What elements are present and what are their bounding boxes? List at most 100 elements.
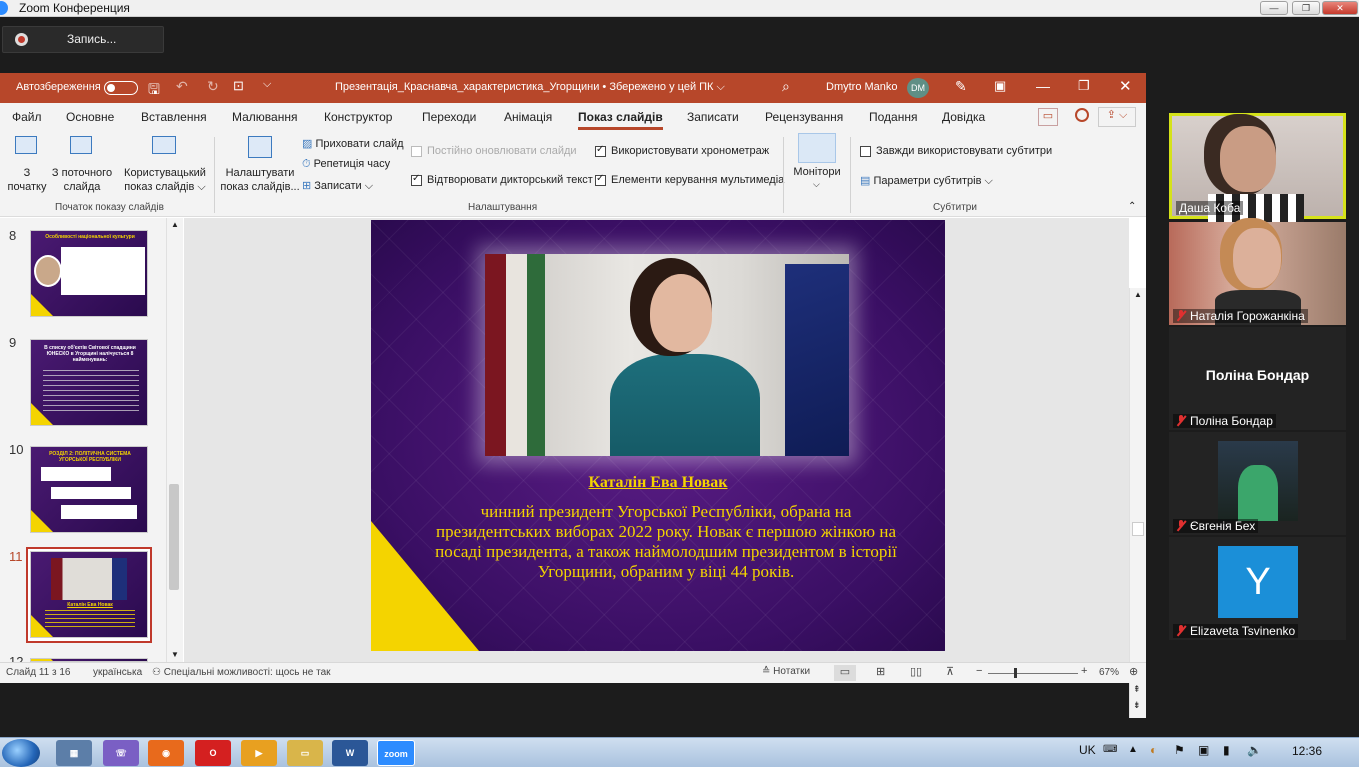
accessibility-status[interactable]: ⚇ Спеціальні можливості: щось не так: [152, 667, 331, 678]
tab-transitions[interactable]: Переходи: [422, 110, 476, 124]
taskbar-media-icon[interactable]: ▶: [241, 740, 277, 766]
scroll-thumb[interactable]: [169, 484, 179, 590]
sorter-view-icon[interactable]: ⊞: [876, 665, 885, 678]
autosave-toggle[interactable]: [104, 81, 138, 95]
ppt-close-button[interactable]: ✕: [1119, 77, 1132, 95]
slideshow-view-icon[interactable]: ⊼: [946, 665, 954, 678]
zoom-level[interactable]: 67%: [1099, 667, 1119, 678]
search-icon[interactable]: ⌕: [782, 78, 790, 95]
volume-icon[interactable]: 🔈: [1247, 743, 1262, 757]
scroll-thumb[interactable]: [1132, 522, 1144, 536]
use-timings-checkbox[interactable]: Використовувати хронометраж: [595, 144, 769, 157]
current-slide[interactable]: Каталін Ева Новак чинний президент Угорс…: [371, 220, 945, 651]
scroll-up-icon[interactable]: ▲: [1134, 290, 1142, 299]
participant-tile-3[interactable]: Поліна Бондар Поліна Бондар: [1169, 327, 1346, 430]
start-button[interactable]: [2, 739, 40, 767]
from-start-button[interactable]: З початку: [2, 166, 52, 194]
custom-show-button[interactable]: Користувацький показ слайдів ⌵: [120, 166, 210, 194]
language-indicator[interactable]: українська: [93, 667, 142, 678]
fit-slide-icon[interactable]: ⊕: [1129, 665, 1138, 678]
tab-review[interactable]: Рецензування: [765, 110, 843, 124]
from-current-button[interactable]: З поточного слайда: [50, 166, 114, 194]
tab-animations[interactable]: Анімація: [504, 110, 552, 124]
participant-tile-2[interactable]: Наталія Горожанкіна: [1169, 222, 1346, 325]
taskbar-word-icon[interactable]: W: [332, 740, 368, 766]
slide-thumbnail-10[interactable]: РОЗДІЛ 2: ПОЛІТИЧНА СИСТЕМА УГОРСЬКОЇ РЕ…: [30, 446, 148, 533]
scroll-up-icon[interactable]: ▲: [171, 220, 179, 229]
save-icon[interactable]: 🖫: [148, 79, 160, 103]
document-title[interactable]: Презентація_Краснавча_характеристика_Уго…: [335, 81, 725, 94]
slide-body-text[interactable]: чинний президент Угорської Республіки, о…: [421, 502, 911, 582]
input-language[interactable]: UK: [1079, 743, 1096, 757]
normal-view-icon[interactable]: ▭: [834, 665, 856, 681]
record-button[interactable]: Запись...: [2, 26, 164, 53]
monitors-chevron-icon[interactable]: ⌵: [813, 179, 820, 190]
hide-slide-button[interactable]: ▨ Приховати слайд: [302, 137, 404, 150]
collapse-ribbon-icon[interactable]: ⌃: [1128, 201, 1136, 212]
play-narration-checkbox[interactable]: Відтворювати дикторський текст: [411, 173, 593, 186]
tab-home[interactable]: Основне: [66, 110, 114, 124]
flag-icon[interactable]: ⚑: [1174, 743, 1185, 757]
participant-tile-1[interactable]: Даша Коба: [1169, 113, 1346, 222]
avatar[interactable]: DM: [907, 78, 929, 98]
participant-tile-4[interactable]: Євгенія Бех: [1169, 432, 1346, 535]
comments-icon[interactable]: ▭: [1038, 108, 1058, 126]
scroll-down-icon[interactable]: ▼: [171, 650, 179, 659]
taskbar-firefox-icon[interactable]: ◉: [148, 740, 184, 766]
slide-thumbnail-9[interactable]: В списку об'єктів Світової спадщини ЮНЕС…: [30, 339, 148, 426]
tab-draw[interactable]: Малювання: [232, 110, 297, 124]
keyboard-icon[interactable]: ⌨: [1103, 744, 1117, 755]
slide-title[interactable]: Каталін Ева Новак: [371, 474, 945, 492]
minimize-button[interactable]: —: [1260, 1, 1288, 15]
device-icon[interactable]: ▣: [1198, 743, 1209, 757]
network-icon[interactable]: ▮: [1223, 743, 1230, 757]
tab-help[interactable]: Довідка: [942, 110, 985, 124]
tab-slideshow[interactable]: Показ слайдів: [578, 110, 663, 130]
subtitle-settings-button[interactable]: ▤ Параметри субтитрів ⌵: [860, 174, 993, 188]
customize-qat-icon[interactable]: ⌵: [263, 78, 271, 91]
taskbar-calculator-icon[interactable]: ▦: [56, 740, 92, 766]
taskbar-zoom-icon[interactable]: zoom: [377, 740, 415, 766]
tray-expand-icon[interactable]: ▲: [1128, 744, 1138, 755]
zoom-out-icon[interactable]: −: [976, 665, 982, 677]
tab-insert[interactable]: Вставлення: [141, 110, 207, 124]
media-controls-checkbox[interactable]: Елементи керування мультимедіа: [595, 173, 784, 186]
user-name[interactable]: Dmytro Manko: [826, 81, 898, 93]
next-slide-icon[interactable]: ⇟: [1133, 700, 1141, 711]
close-button[interactable]: ✕: [1322, 1, 1358, 15]
rehearse-button[interactable]: ⏱ Репетиція часу: [302, 158, 390, 171]
record-top-icon[interactable]: [1075, 108, 1089, 122]
taskbar-opera-icon[interactable]: O: [195, 740, 231, 766]
monitors-button[interactable]: Монітори: [788, 165, 846, 179]
participant-tile-5[interactable]: Y Elizaveta Tsvinenko: [1169, 537, 1346, 640]
zoom-slider-handle[interactable]: [1014, 668, 1017, 678]
zoom-in-icon[interactable]: +: [1081, 665, 1087, 677]
maximize-button[interactable]: ❐: [1292, 1, 1320, 15]
tab-view[interactable]: Подання: [869, 110, 917, 124]
record-menu-button[interactable]: ⊞ Записати ⌵: [302, 179, 373, 193]
clock[interactable]: 12:36: [1292, 744, 1322, 758]
zoom-slider[interactable]: [988, 673, 1078, 674]
keep-updated-checkbox[interactable]: Постійно оновлювати слайди: [411, 145, 577, 157]
tab-record[interactable]: Записати: [687, 110, 739, 124]
pen-icon[interactable]: ✎: [955, 78, 967, 95]
present-icon[interactable]: ⊡: [233, 78, 244, 94]
taskbar-viber-icon[interactable]: ☏: [103, 740, 139, 766]
prev-slide-icon[interactable]: ⇞: [1133, 684, 1141, 695]
reading-view-icon[interactable]: ▯▯: [910, 665, 922, 678]
always-subtitles-checkbox[interactable]: Завжди використовувати субтитри: [860, 145, 1052, 157]
tab-design[interactable]: Конструктор: [324, 110, 392, 124]
slide-thumbnail-8[interactable]: Особливості національної культури: [30, 230, 148, 317]
share-button[interactable]: ⇪ ⌵: [1098, 107, 1136, 127]
tray-app-icon[interactable]: ◐: [1150, 743, 1157, 757]
tab-file[interactable]: Файл: [12, 110, 42, 124]
slide-scrollbar[interactable]: ▲ ▼ ⇞ ⇟: [1129, 288, 1146, 718]
taskbar-explorer-icon[interactable]: ▭: [287, 740, 323, 766]
ribbon-display-icon[interactable]: ▣: [994, 78, 1006, 94]
redo-icon[interactable]: ↻: [207, 78, 219, 95]
slide-thumbnail-11[interactable]: Каталін Ева Новак: [30, 551, 148, 638]
president-photo[interactable]: [485, 254, 849, 456]
ppt-restore-button[interactable]: ❐: [1078, 78, 1090, 94]
notes-button[interactable]: ≙ Нотатки: [762, 666, 810, 677]
undo-icon[interactable]: ↶: [176, 78, 188, 95]
